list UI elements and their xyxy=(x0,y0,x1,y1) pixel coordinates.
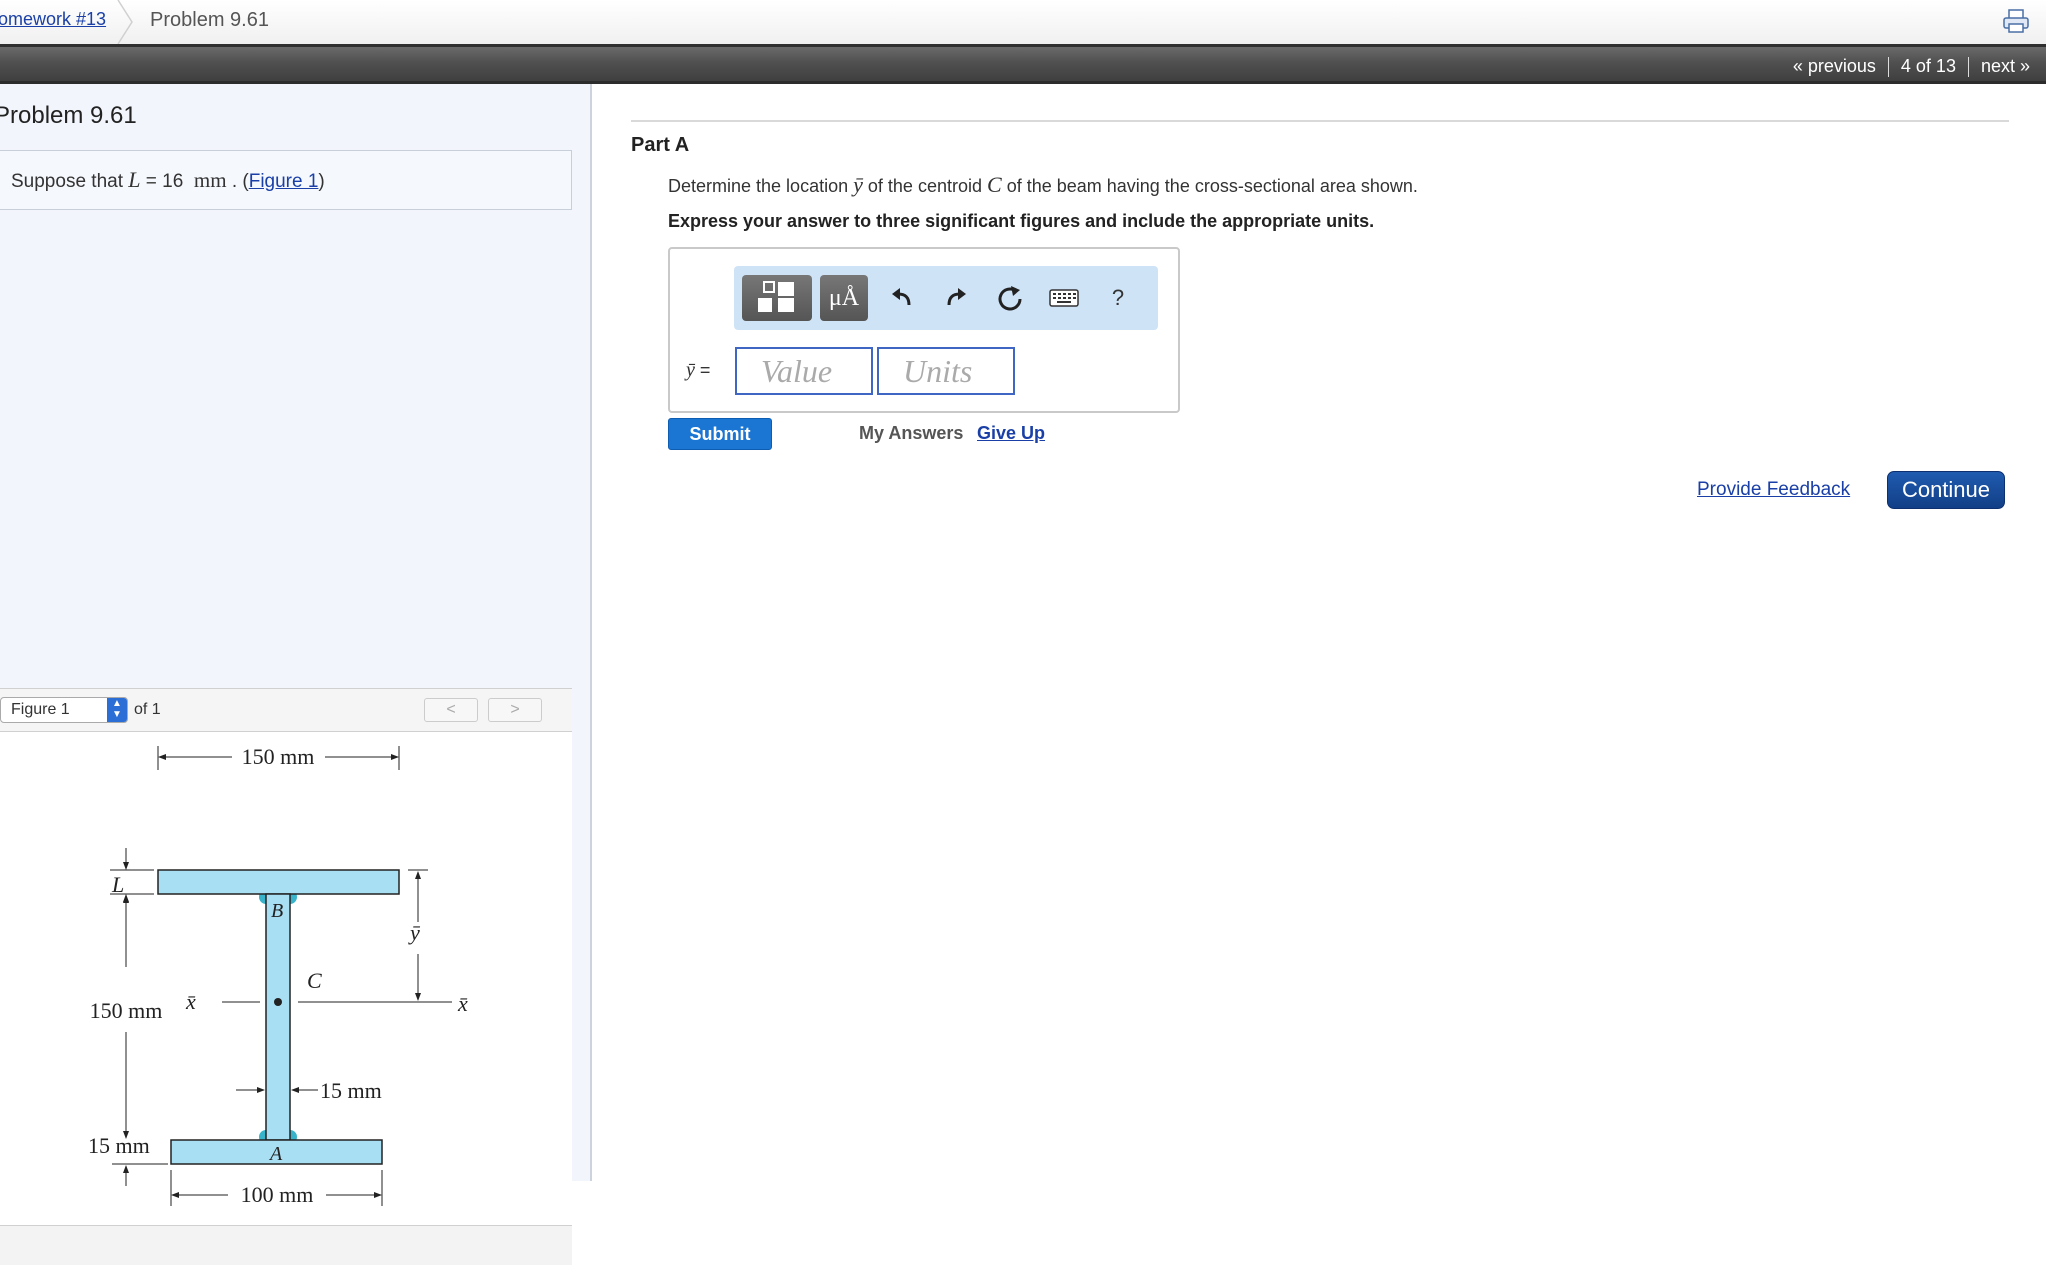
top-width-label: 150 mm xyxy=(242,744,315,769)
figure-select[interactable]: Figure 1 ▲ ▼ xyxy=(0,697,128,723)
question-post: of the beam having the cross-sectional a… xyxy=(1006,176,1418,196)
answer-box: μÅ ? ȳ = Value Units xyxy=(668,247,1180,413)
bottom-width-label: 100 mm xyxy=(241,1182,314,1207)
problem-equals: = 16 xyxy=(145,171,184,192)
answer-var: ȳ xyxy=(686,359,695,381)
previous-link[interactable]: « previous xyxy=(1793,56,1876,76)
next-link[interactable]: next » xyxy=(1981,56,2030,76)
figure-select-value: Figure 1 xyxy=(11,701,70,718)
figure-count: of 1 xyxy=(134,701,161,718)
keyboard-icon xyxy=(1049,289,1079,307)
my-answers-label: My Answers xyxy=(859,423,964,443)
question-mid: of the centroid xyxy=(867,176,982,196)
breadcrumb-homework-link[interactable]: lomework #13 xyxy=(0,9,106,30)
undo-button[interactable] xyxy=(882,275,922,321)
select-arrows-icon: ▲ ▼ xyxy=(107,698,127,722)
problem-panel: Problem 9.61 Suppose that L = 16 mm . (F… xyxy=(0,84,592,1265)
bottom-thickness-label: 15 mm xyxy=(88,1133,150,1158)
provide-feedback-link[interactable]: Provide Feedback xyxy=(1697,479,1850,501)
beam-cross-section-figure: 150 mm B C A x̄ x̄ ȳ L 150 mm 15 mm 15 m… xyxy=(88,744,468,1207)
continue-button[interactable]: Continue xyxy=(1887,471,2005,509)
reset-button[interactable] xyxy=(990,275,1030,321)
item-position: 4 of 13 xyxy=(1900,56,1956,76)
breadcrumb-separator xyxy=(117,0,133,44)
question-var2: C xyxy=(987,172,1002,197)
math-toolbar: μÅ ? xyxy=(734,266,1158,330)
point-A-label: A xyxy=(268,1143,283,1165)
figure-next-button[interactable]: > xyxy=(488,698,542,722)
L-label: L xyxy=(111,872,124,897)
redo-icon xyxy=(947,288,966,306)
problem-title: Problem 9.61 xyxy=(0,102,137,129)
problem-text-prefix: Suppose that xyxy=(11,171,123,192)
y-bar-label: ȳ xyxy=(408,920,421,945)
answer-equals: = xyxy=(699,360,711,380)
instruction-text: Express your answer to three significant… xyxy=(668,211,1375,231)
figure-area: 150 mm B C A x̄ x̄ ȳ L 150 mm 15 mm 15 m… xyxy=(0,732,572,1226)
centroid-dot xyxy=(274,998,282,1006)
web xyxy=(265,893,291,1141)
units-input[interactable]: Units xyxy=(877,347,1015,395)
top-flange xyxy=(157,869,400,895)
problem-statement: Suppose that L = 16 mm . (Figure 1) xyxy=(0,150,572,210)
give-up-link[interactable]: Give Up xyxy=(977,423,1045,444)
question-var: ȳ xyxy=(853,172,863,197)
help-button[interactable]: ? xyxy=(1098,275,1138,321)
breadcrumb-current: Problem 9.61 xyxy=(150,9,269,31)
problem-text: Suppose that L = 16 mm . (Figure 1) xyxy=(11,167,325,192)
x-bar-left-label: x̄ xyxy=(185,989,196,1014)
value-input[interactable]: Value xyxy=(735,347,873,395)
problem-unit: mm xyxy=(193,168,227,192)
figure-link[interactable]: Figure 1 xyxy=(249,171,319,192)
breadcrumb: lomework #13 Problem 9.61 xyxy=(0,0,2046,45)
x-bar-right-label: x̄ xyxy=(457,991,468,1016)
keyboard-button[interactable] xyxy=(1044,275,1084,321)
redo-button[interactable] xyxy=(936,275,976,321)
figure-footer xyxy=(0,1226,572,1265)
question-pre: Determine the location xyxy=(668,176,849,196)
web-thickness-label: 15 mm xyxy=(320,1078,382,1103)
problem-text-suffix: . ( xyxy=(231,171,249,192)
navigation-bar: « previous 4 of 13 next » xyxy=(0,44,2046,84)
figure-header: Figure 1 ▲ ▼ of 1 < > xyxy=(0,688,572,732)
part-label: Part A xyxy=(631,134,690,156)
reset-icon xyxy=(998,286,1022,311)
nav-divider xyxy=(1967,57,1969,78)
print-icon[interactable] xyxy=(2002,8,2030,34)
problem-var: L xyxy=(128,167,141,192)
symbols-button[interactable]: μÅ xyxy=(820,275,868,321)
answer-label: ȳ = xyxy=(686,359,710,382)
templates-button[interactable] xyxy=(742,275,812,321)
question-text: Determine the location ȳ of the centroid… xyxy=(668,172,1418,198)
part-divider xyxy=(631,120,2009,122)
nav-divider xyxy=(1887,57,1889,78)
centroid-C-label: C xyxy=(307,968,322,993)
height-label: 150 mm xyxy=(90,998,163,1023)
undo-icon xyxy=(892,288,911,306)
submit-button[interactable]: Submit xyxy=(668,418,772,450)
point-B-label: B xyxy=(271,900,283,922)
templates-icon xyxy=(758,281,794,312)
figure-prev-button[interactable]: < xyxy=(424,698,478,722)
